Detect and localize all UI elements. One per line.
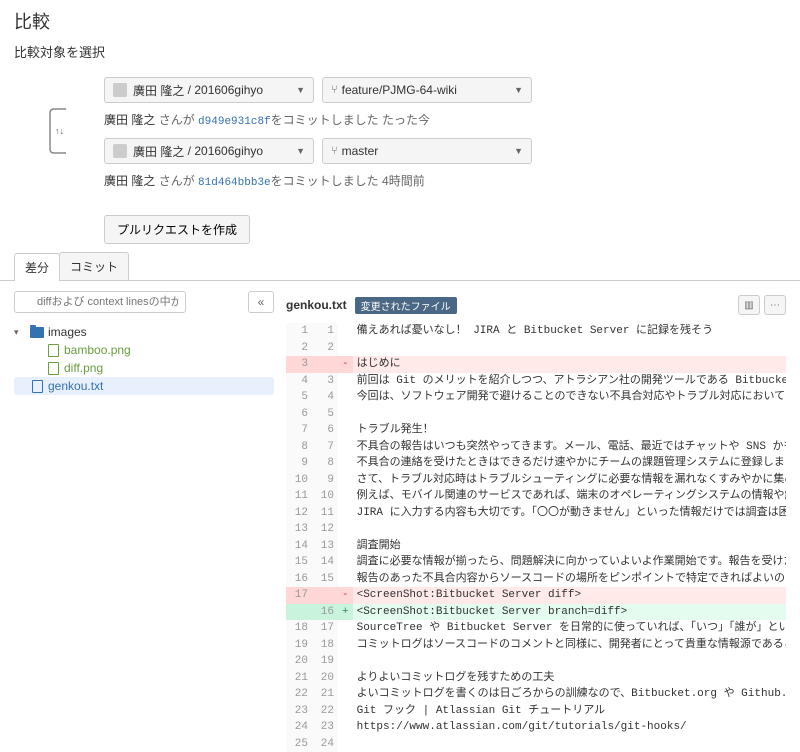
diff-table: 11備えあれば憂いなし！ JIRA と Bitbucket Server に記録… (286, 323, 786, 752)
source-branch: feature/PJMG-64-wiki (342, 83, 457, 97)
tree-file-label: diff.png (64, 361, 103, 375)
diff-line: 109さて、トラブル対応時はトラブルシューティングに必要な情報を漏れなくすみやか… (286, 472, 786, 489)
chevron-down-icon: ▾ (14, 327, 26, 338)
diff-line: 11備えあれば憂いなし！ JIRA と Bitbucket Server に記録… (286, 323, 786, 340)
diff-line: 1312 (286, 521, 786, 538)
diff-line: 98不具合の連絡を受けたときはできるだけ速やかにチームの課題管理システムに登録し… (286, 455, 786, 472)
branch-icon: ⑂ (331, 84, 338, 96)
file-tree: ▾ images bamboo.png diff.png genkou.txt (14, 323, 274, 395)
page-title: 比較 (0, 0, 800, 38)
target-commit-info: 廣田 隆之 さんが 81d464bbb3eをコミットしました 4時間前 (104, 168, 786, 199)
diff-line: 16+<ScreenShot:Bitbucket Server branch=d… (286, 604, 786, 621)
target-branch-dropdown[interactable]: ⑂ master ▼ (322, 138, 532, 164)
file-icon (48, 344, 59, 357)
diff-view-toggle-button[interactable]: ▥ (738, 295, 760, 315)
tree-folder[interactable]: ▾ images (14, 323, 274, 341)
diff-line: 2322Git フック | Atlassian Git チュートリアル (286, 703, 786, 720)
diff-line: 65 (286, 406, 786, 423)
source-repo-user: 廣田 隆之 (133, 82, 184, 99)
diff-line: 2524 (286, 736, 786, 752)
create-pull-request-button[interactable]: プルリクエストを作成 (104, 215, 250, 244)
diff-line: 2019 (286, 653, 786, 670)
diff-line: 2120よりよいコミットログを残すための工夫 (286, 670, 786, 687)
diff-line: 1615報告のあった不具合内容からソースコードの場所をピンポイントで特定できれば… (286, 571, 786, 588)
diff-line: 1413調査開始 (286, 538, 786, 555)
tree-file-label: genkou.txt (48, 379, 103, 393)
diff-line: 1817SourceTree や Bitbucket Server を日常的に使… (286, 620, 786, 637)
source-commit-info: 廣田 隆之 さんが d949e931c8fをコミットしました たった今 (104, 107, 786, 138)
diff-line: 1211JIRA に入力する内容も大切です。「〇〇が動きません」といった情報だけ… (286, 505, 786, 522)
caret-icon: ▼ (514, 146, 523, 156)
source-branch-dropdown[interactable]: ⑂ feature/PJMG-64-wiki ▼ (322, 77, 532, 103)
diff-line: 2423https://www.atlassian.com/git/tutori… (286, 719, 786, 736)
target-commit-link[interactable]: 81d464bbb3e (198, 177, 271, 189)
page-subtitle: 比較対象を選択 (0, 38, 800, 73)
file-icon (32, 380, 43, 393)
diff-line: 1110例えば、モバイル関連のサービスであれば、端末のオペレーティングシステムの… (286, 488, 786, 505)
target-repo-name: 201606gihyo (194, 144, 263, 158)
source-repo-name: 201606gihyo (194, 83, 263, 97)
tree-folder-label: images (48, 325, 87, 339)
source-commit-link[interactable]: d949e931c8f (198, 116, 271, 128)
diff-filter-input[interactable] (14, 291, 186, 313)
diff-filename: genkou.txt (286, 298, 347, 312)
diff-line: 1918コミットログはソースコードのコメントと同様に、開発者にとって貴重な情報源… (286, 637, 786, 654)
file-icon (48, 362, 59, 375)
caret-icon: ▼ (514, 85, 523, 95)
diff-line: 54今回は、ソフトウェア開発で避けることのできない不具合対応やトラブル対応におい… (286, 389, 786, 406)
tree-file[interactable]: diff.png (14, 359, 274, 377)
tab-commits[interactable]: コミット (59, 252, 129, 280)
tree-file-label: bamboo.png (64, 343, 131, 357)
target-repo-dropdown[interactable]: 廣田 隆之 / 201606gihyo ▼ (104, 138, 314, 164)
diff-status-badge: 変更されたファイル (355, 297, 457, 314)
diff-line: 87不具合の報告はいつも突然やってきます。メール、電話、最近ではチャットや SN… (286, 439, 786, 456)
target-repo-user: 廣田 隆之 (133, 143, 184, 160)
diff-line: 17-<ScreenShot:Bitbucket Server diff> (286, 587, 786, 604)
diff-line: 2221よいコミットログを書くのは日ごろからの訓練なので、Bitbucket.o… (286, 686, 786, 703)
caret-icon: ▼ (296, 146, 305, 156)
diff-line: 43前回は Git のメリットを紹介しつつ、アトラシアン社の開発ツールである B… (286, 373, 786, 390)
tab-diff[interactable]: 差分 (14, 253, 60, 281)
tree-file[interactable]: bamboo.png (14, 341, 274, 359)
diff-line: 22 (286, 340, 786, 357)
collapse-tree-button[interactable]: « (248, 291, 274, 313)
target-branch: master (342, 144, 379, 158)
diff-more-button[interactable]: ⋯ (764, 295, 786, 315)
branch-icon: ⑂ (331, 145, 338, 157)
diff-line: 1514調査に必要な情報が揃ったら、問題解決に向かっていよいよ作業開始です。報告… (286, 554, 786, 571)
caret-icon: ▼ (296, 85, 305, 95)
diff-line: 76トラブル発生！ (286, 422, 786, 439)
folder-icon (30, 327, 44, 338)
svg-text:↑↓: ↑↓ (55, 126, 64, 136)
avatar-icon (113, 144, 127, 158)
source-repo-dropdown[interactable]: 廣田 隆之 / 201606gihyo ▼ (104, 77, 314, 103)
swap-branches-button[interactable]: ↑↓ (46, 107, 72, 155)
tree-file[interactable]: genkou.txt (14, 377, 274, 395)
avatar-icon (113, 83, 127, 97)
diff-line: 3-はじめに (286, 356, 786, 373)
